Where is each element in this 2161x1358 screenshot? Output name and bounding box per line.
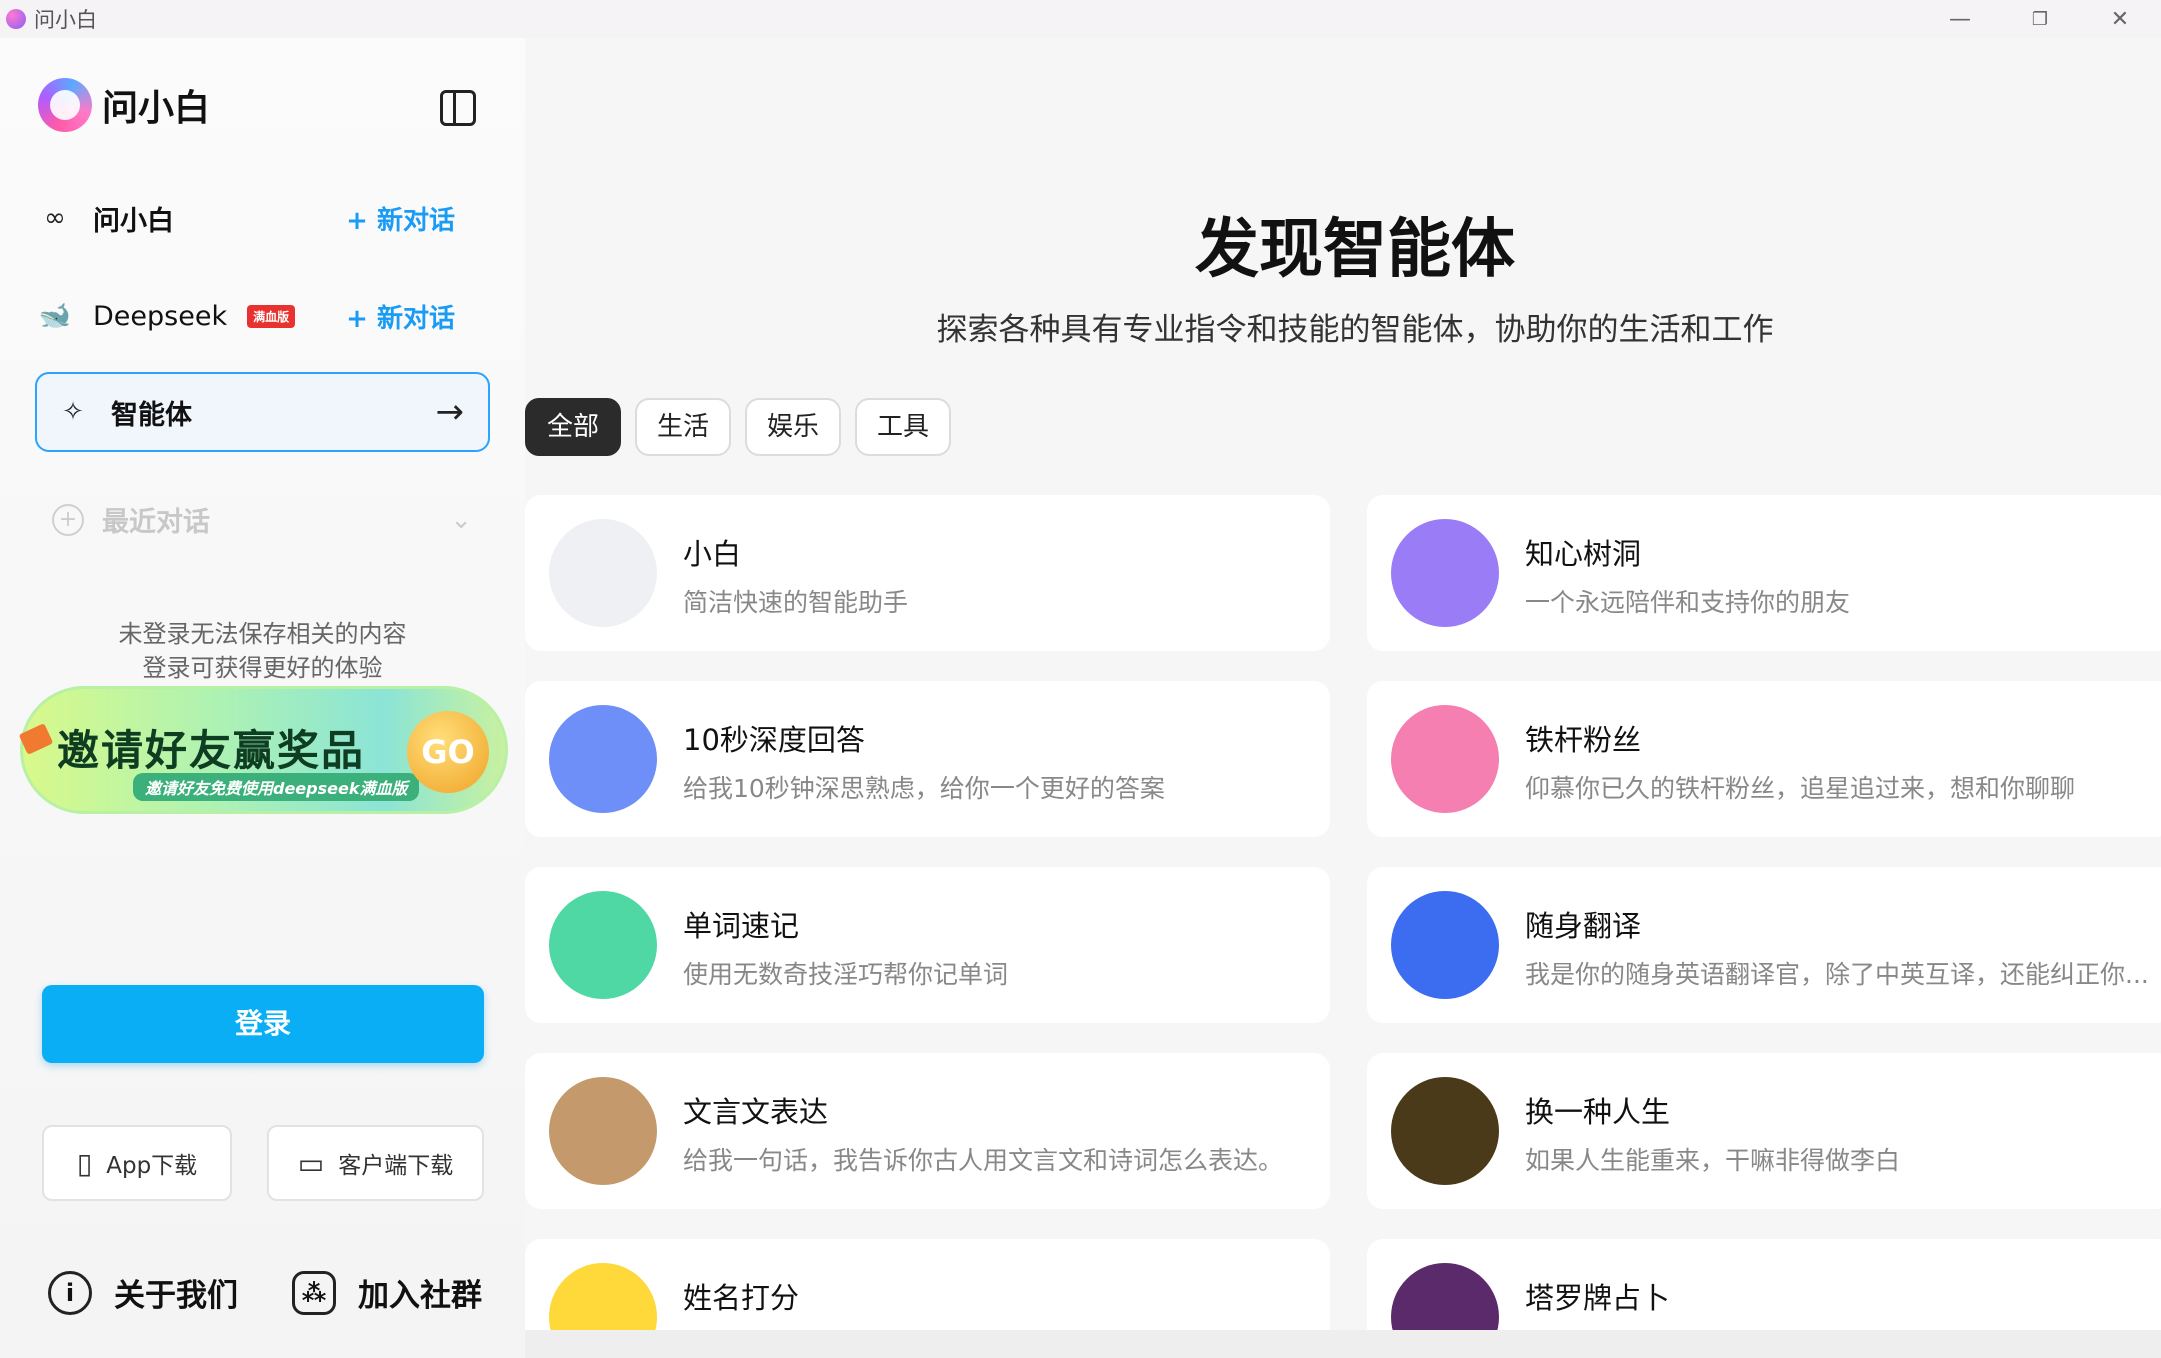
agent-name: 10秒深度回答: [683, 723, 865, 757]
filter-entertainment[interactable]: 娱乐: [745, 398, 842, 456]
robot-face-icon: [549, 519, 657, 627]
agent-name: 文言文表达: [683, 1095, 829, 1129]
arrow-right-icon: →: [435, 392, 465, 432]
nav-item-agents[interactable]: ✧ 智能体 →: [35, 372, 490, 452]
agent-description: 简洁快速的智能助手: [683, 588, 909, 617]
agent-description: 我是你的随身英语翻译官，除了中英互译，还能纠正你...: [1525, 960, 2149, 989]
nav-item-label: Deepseek: [93, 300, 228, 332]
info-icon: i: [48, 1270, 92, 1315]
window-title: 问小白: [34, 8, 97, 32]
join-community-link[interactable]: ⁂ 加入社群: [292, 1270, 482, 1315]
fan-heart-icon: [1391, 705, 1499, 813]
nav-item-wenxiaobai[interactable]: ∞ 问小白 + 新对话: [35, 183, 490, 253]
agent-name: 姓名打分: [683, 1281, 800, 1315]
about-us-link[interactable]: i 关于我们: [48, 1270, 238, 1315]
sparkle-burst-icon: [549, 705, 657, 813]
sidebar: 问小白 ∞ 问小白 + 新对话 🐋 Deepseek 满血版 + 新对话 ✧ 智…: [0, 38, 525, 1358]
agent-card[interactable]: 文言文表达给我一句话，我告诉你古人用文言文和诗词怎么表达。: [525, 1053, 1330, 1209]
app-download-label: App下载: [106, 1153, 198, 1179]
page-title: 发现智能体: [1195, 213, 1515, 287]
minimize-button[interactable]: —: [1920, 0, 2000, 38]
invite-promo-banner[interactable]: 邀请好友赢奖品 邀请好友免费使用deepseek满血版 GO: [20, 686, 508, 814]
agent-name: 随身翻译: [1525, 909, 1642, 943]
translate-icon: [1391, 891, 1499, 999]
heart-icon: [1391, 519, 1499, 627]
link-icon: ∞: [44, 203, 66, 233]
add-circle-icon: +: [52, 503, 84, 536]
agent-name: 铁杆粉丝: [1525, 723, 1642, 757]
agent-card[interactable]: 铁杆粉丝仰慕你已久的铁杆粉丝，追星追过来，想和你聊聊: [1367, 681, 2161, 837]
phone-icon: ▯: [76, 1146, 93, 1180]
agent-name: 塔罗牌占卜: [1525, 1281, 1671, 1315]
deepseek-whale-icon: 🐋: [38, 301, 72, 331]
brand-name: 问小白: [102, 88, 211, 129]
letter-a-icon: [549, 891, 657, 999]
recent-chats-toggle[interactable]: + 最近对话 ⌄: [52, 500, 472, 539]
nav-item-deepseek[interactable]: 🐋 Deepseek 满血版 + 新对话: [35, 281, 490, 351]
agent-name: 小白: [683, 537, 742, 571]
recent-chats-label: 最近对话: [102, 507, 210, 538]
brand-logo: 问小白: [38, 78, 210, 132]
agent-card[interactable]: 随身翻译我是你的随身英语翻译官，除了中英互译，还能纠正你...: [1367, 867, 2161, 1023]
nav-item-label: 智能体: [111, 399, 192, 431]
agent-description: 仰慕你已久的铁杆粉丝，追星追过来，想和你聊聊: [1525, 774, 2076, 803]
app-logo-icon: [6, 9, 26, 29]
sidebar-toggle-icon[interactable]: [440, 90, 476, 126]
chevron-down-icon: ⌄: [450, 504, 472, 535]
promo-title: 邀请好友赢奖品: [57, 726, 366, 775]
brand-logo-icon: [38, 78, 92, 132]
page-subtitle: 探索各种具有专业指令和技能的智能体，协助你的生活和工作: [936, 312, 1774, 348]
main-content: 发现智能体 探索各种具有专业指令和技能的智能体，协助你的生活和工作 全部 生活 …: [525, 38, 2161, 1358]
nav-item-label: 问小白: [93, 205, 174, 237]
about-us-label: 关于我们: [114, 1278, 238, 1314]
filter-tools[interactable]: 工具: [855, 398, 952, 456]
agent-name: 知心树洞: [1525, 537, 1642, 571]
agent-name: 单词速记: [683, 909, 800, 943]
client-download-button[interactable]: ▭ 客户端下载: [267, 1125, 484, 1201]
restore-button[interactable]: ❐: [2000, 0, 2080, 38]
classical-text-icon: [549, 1077, 657, 1185]
close-button[interactable]: ✕: [2080, 0, 2160, 38]
agent-name: 换一种人生: [1525, 1095, 1671, 1129]
login-hint-line2: 登录可获得更好的体验: [142, 654, 383, 682]
filter-life[interactable]: 生活: [635, 398, 732, 456]
full-version-badge: 满血版: [247, 304, 296, 328]
agent-description: 使用无数奇技淫巧帮你记单词: [683, 960, 1009, 989]
agent-card[interactable]: 小白简洁快速的智能助手: [525, 495, 1330, 651]
community-icon: ⁂: [292, 1270, 336, 1315]
promo-subtitle: 邀请好友免费使用deepseek满血版: [133, 773, 420, 801]
new-chat-button[interactable]: + 新对话: [346, 200, 455, 237]
category-filters: 全部 生活 娱乐 工具: [525, 398, 952, 456]
join-community-label: 加入社群: [358, 1278, 482, 1314]
login-button[interactable]: 登录: [42, 985, 484, 1063]
promo-go-button[interactable]: GO: [407, 711, 489, 793]
agent-description: 给我10秒钟深思熟虑，给你一个更好的答案: [683, 774, 1165, 803]
agent-description: 如果人生能重来，干嘛非得做李白: [1525, 1146, 1901, 1175]
agent-description: 一个永远陪伴和支持你的朋友: [1525, 588, 1851, 617]
agent-card[interactable]: 10秒深度回答给我10秒钟深思熟虑，给你一个更好的答案: [525, 681, 1330, 837]
agent-card[interactable]: 换一种人生如果人生能重来，干嘛非得做李白: [1367, 1053, 2161, 1209]
app-download-button[interactable]: ▯ App下载: [42, 1125, 232, 1201]
client-download-label: 客户端下载: [338, 1153, 454, 1179]
login-hint-line1: 未登录无法保存相关的内容: [118, 620, 407, 648]
agent-description: 给我一句话，我告诉你古人用文言文和诗词怎么表达。: [683, 1146, 1284, 1175]
monitor-icon: ▭: [297, 1146, 325, 1180]
agent-card[interactable]: 单词速记使用无数奇技淫巧帮你记单词: [525, 867, 1330, 1023]
filter-all[interactable]: 全部: [525, 398, 622, 456]
new-chat-button[interactable]: + 新对话: [346, 298, 455, 335]
sparkle-icon: ✧: [62, 397, 84, 427]
title-bar: 问小白 — ❐ ✕: [0, 0, 2161, 38]
agent-card[interactable]: 知心树洞一个永远陪伴和支持你的朋友: [1367, 495, 2161, 651]
portrait-icon: [1391, 1077, 1499, 1185]
scroll-fade: [525, 1330, 2161, 1358]
